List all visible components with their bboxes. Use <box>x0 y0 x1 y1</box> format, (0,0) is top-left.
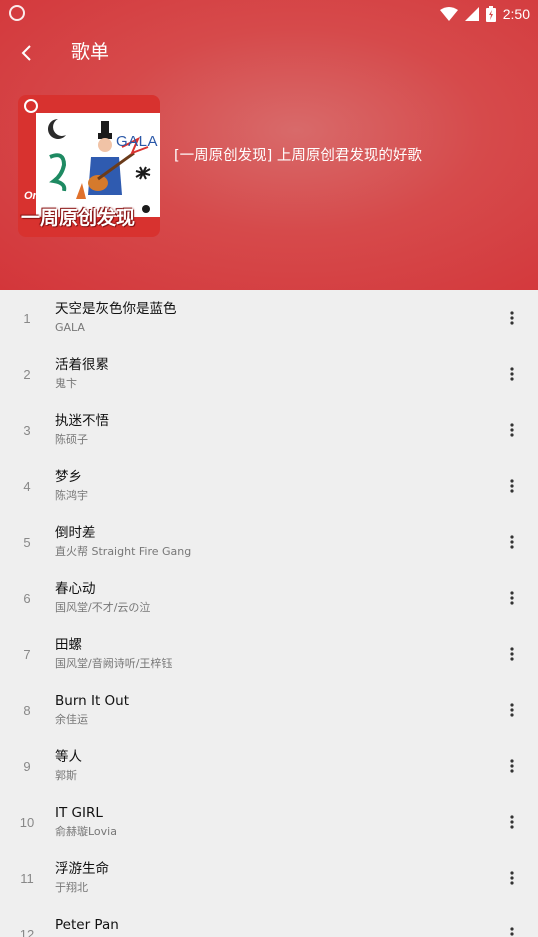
song-artist: 国风堂/音阙诗听/王梓钰 <box>55 657 173 670</box>
more-vertical-icon <box>510 759 514 773</box>
song-index: 4 <box>23 479 31 494</box>
more-options-button[interactable] <box>502 812 522 832</box>
status-indicators: 2:50 <box>439 4 530 24</box>
song-row[interactable]: 10 IT GIRL 俞赫璇Lovia <box>0 794 538 850</box>
wifi-icon <box>439 7 458 21</box>
song-artist: 郭斯 <box>55 769 77 782</box>
playlist-description[interactable]: [一周原创发现] 上周原创君发现的好歌 <box>174 145 422 167</box>
song-title: 浮游生命 <box>55 861 109 877</box>
more-options-button[interactable] <box>502 700 522 720</box>
song-title: 田螺 <box>55 637 82 653</box>
song-title: Peter Pan <box>55 917 119 933</box>
more-options-button[interactable] <box>502 868 522 888</box>
song-row[interactable]: 6 春心动国风堂/不才/云の泣 <box>0 570 538 626</box>
song-row[interactable]: 9 等人郭斯 <box>0 738 538 794</box>
back-button[interactable] <box>12 38 42 68</box>
song-row[interactable]: 5 倒时差直火帮 Straight Fire Gang <box>0 514 538 570</box>
song-title: 春心动 <box>55 581 96 597</box>
song-index: 5 <box>23 535 31 550</box>
more-options-button[interactable] <box>502 644 522 664</box>
song-title: IT GIRL <box>55 805 103 821</box>
song-artist: 于翔北 <box>55 881 88 894</box>
playlist-screen: 2:50 歌单 GALA Original 一周原创发现 [一周原创发现] 上周… <box>0 0 538 937</box>
song-row[interactable]: 7 田螺国风堂/音阙诗听/王梓钰 <box>0 626 538 682</box>
cover-brand: GALA <box>116 133 159 150</box>
song-row[interactable]: 12 Peter Pan <box>0 906 538 937</box>
song-row[interactable]: 8 Burn It Out 余佳运 <box>0 682 538 738</box>
more-options-button[interactable] <box>502 308 522 328</box>
song-artist: 鬼卞 <box>55 377 77 390</box>
song-index: 2 <box>23 367 31 382</box>
more-vertical-icon <box>510 535 514 549</box>
more-vertical-icon <box>510 647 514 661</box>
more-options-button[interactable] <box>502 924 522 937</box>
playlist-cover[interactable]: GALA Original 一周原创发现 <box>18 95 160 237</box>
more-vertical-icon <box>510 591 514 605</box>
more-vertical-icon <box>510 367 514 381</box>
status-bar: 2:50 <box>0 0 538 28</box>
song-row[interactable]: 11 浮游生命于翔北 <box>0 850 538 906</box>
more-vertical-icon <box>510 703 514 717</box>
more-vertical-icon <box>510 311 514 325</box>
more-options-button[interactable] <box>502 420 522 440</box>
status-time: 2:50 <box>502 6 530 22</box>
more-vertical-icon <box>510 479 514 493</box>
song-title: Burn It Out <box>55 693 130 709</box>
song-list: 1 天空是灰色你是蓝色 GALA 2 活着很累鬼卞 3 执迷不悟陈硕子 4 梦乡陈鸿宇 5 倒时差直… <box>0 290 538 937</box>
song-index: 8 <box>23 703 31 718</box>
song-row[interactable]: 2 活着很累鬼卞 <box>0 346 538 402</box>
song-artist: 陈硕子 <box>55 433 88 446</box>
song-index: 7 <box>23 647 31 662</box>
song-index: 3 <box>23 423 31 438</box>
more-options-button[interactable] <box>502 532 522 552</box>
cover-original-label: Original <box>24 190 66 202</box>
toolbar: 歌单 <box>0 28 538 78</box>
more-vertical-icon <box>510 423 514 437</box>
song-index: 10 <box>19 815 35 830</box>
song-row[interactable]: 4 梦乡陈鸿宇 <box>0 458 538 514</box>
more-options-button[interactable] <box>502 364 522 384</box>
back-arrow-icon <box>21 45 31 61</box>
playlist-header: 2:50 歌单 GALA Original 一周原创发现 [一周原创发现] 上周… <box>0 0 538 290</box>
netease-logo-icon <box>24 99 38 113</box>
song-title: 梦乡 <box>55 469 82 485</box>
song-index: 6 <box>23 591 31 606</box>
more-options-button[interactable] <box>502 756 522 776</box>
song-index: 9 <box>23 759 31 774</box>
song-artist: 俞赫璇Lovia <box>55 825 117 838</box>
signal-icon <box>464 7 479 21</box>
song-artist: 余佳运 <box>55 713 88 726</box>
song-title: 执迷不悟 <box>55 413 109 429</box>
more-vertical-icon <box>510 815 514 829</box>
more-options-button[interactable] <box>502 588 522 608</box>
song-title: 等人 <box>55 749 82 765</box>
song-title: 倒时差 <box>55 525 96 541</box>
battery-charging-icon <box>485 6 496 22</box>
more-vertical-icon <box>510 927 514 936</box>
cover-tagline: 一周原创发现 <box>21 207 136 229</box>
song-artist: 国风堂/不才/云の泣 <box>55 601 151 614</box>
song-artist: 陈鸿宇 <box>55 489 88 502</box>
song-row[interactable]: 3 执迷不悟陈硕子 <box>0 402 538 458</box>
song-title: 天空是灰色你是蓝色 <box>55 301 177 317</box>
song-artist: GALA <box>55 321 85 334</box>
song-row[interactable]: 1 天空是灰色你是蓝色 GALA <box>0 290 538 346</box>
song-index: 12 <box>19 927 35 937</box>
song-index: 1 <box>23 311 31 326</box>
netease-music-notification-icon <box>9 5 25 21</box>
song-artist: 直火帮 Straight Fire Gang <box>55 545 192 558</box>
more-options-button[interactable] <box>502 476 522 496</box>
song-index: 11 <box>20 871 34 886</box>
song-title: 活着很累 <box>55 357 109 373</box>
more-vertical-icon <box>510 871 514 885</box>
page-title: 歌单 <box>71 41 110 63</box>
